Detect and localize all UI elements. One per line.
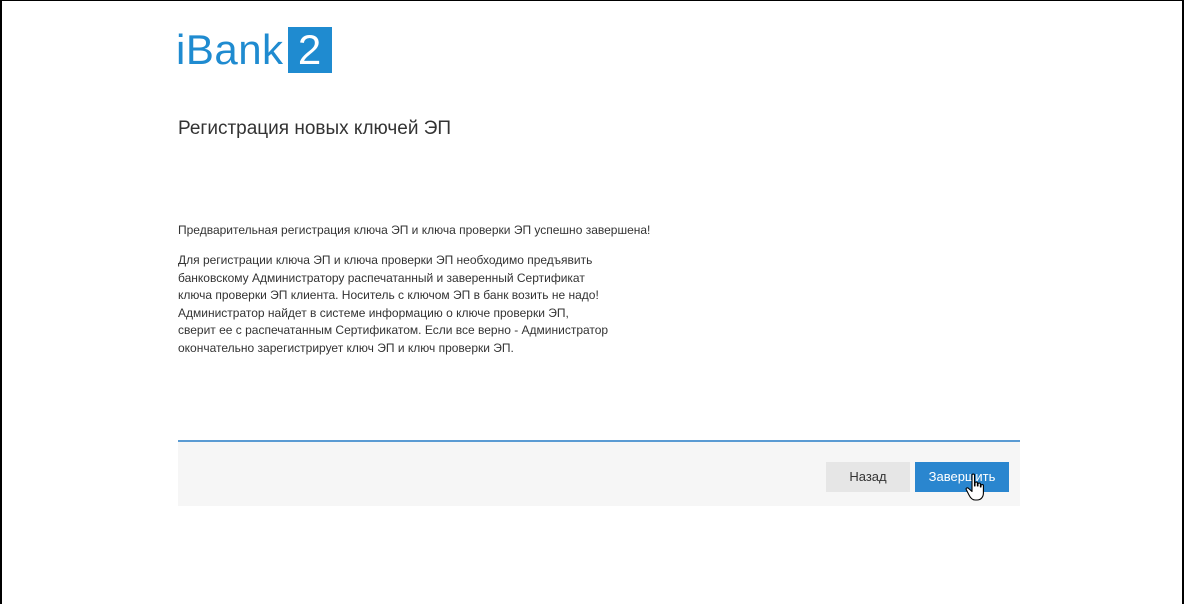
info-text: Для регистрации ключа ЭП и ключа проверк… (178, 252, 698, 357)
finish-button[interactable]: Завершить (915, 462, 1009, 492)
hand-pointer-icon (965, 473, 984, 501)
info-line: ключа проверки ЭП клиента. Носитель с кл… (178, 288, 599, 302)
info-line: Администратор найдет в системе информаци… (178, 305, 569, 320)
info-line: сверит ее с распечатанным Сертификатом. … (178, 323, 609, 337)
info-line: банковскому Администратору распечатанный… (178, 270, 585, 285)
logo-number-badge: 2 (287, 27, 332, 73)
ibank-logo: iBank 2 (176, 25, 332, 75)
page-title: Регистрация новых ключей ЭП (178, 118, 452, 139)
back-button[interactable]: Назад (826, 462, 910, 492)
logo-text: iBank (176, 26, 284, 73)
window-frame: iBank 2 Регистрация новых ключей ЭП Пред… (0, 0, 1184, 604)
success-message: Предварительная регистрация ключа ЭП и к… (178, 223, 651, 237)
info-line: Для регистрации ключа ЭП и ключа проверк… (178, 253, 593, 267)
info-line: окончательно зарегистрирует ключ ЭП и кл… (178, 340, 514, 355)
footer-bar: Назад Завершить (178, 440, 1020, 506)
